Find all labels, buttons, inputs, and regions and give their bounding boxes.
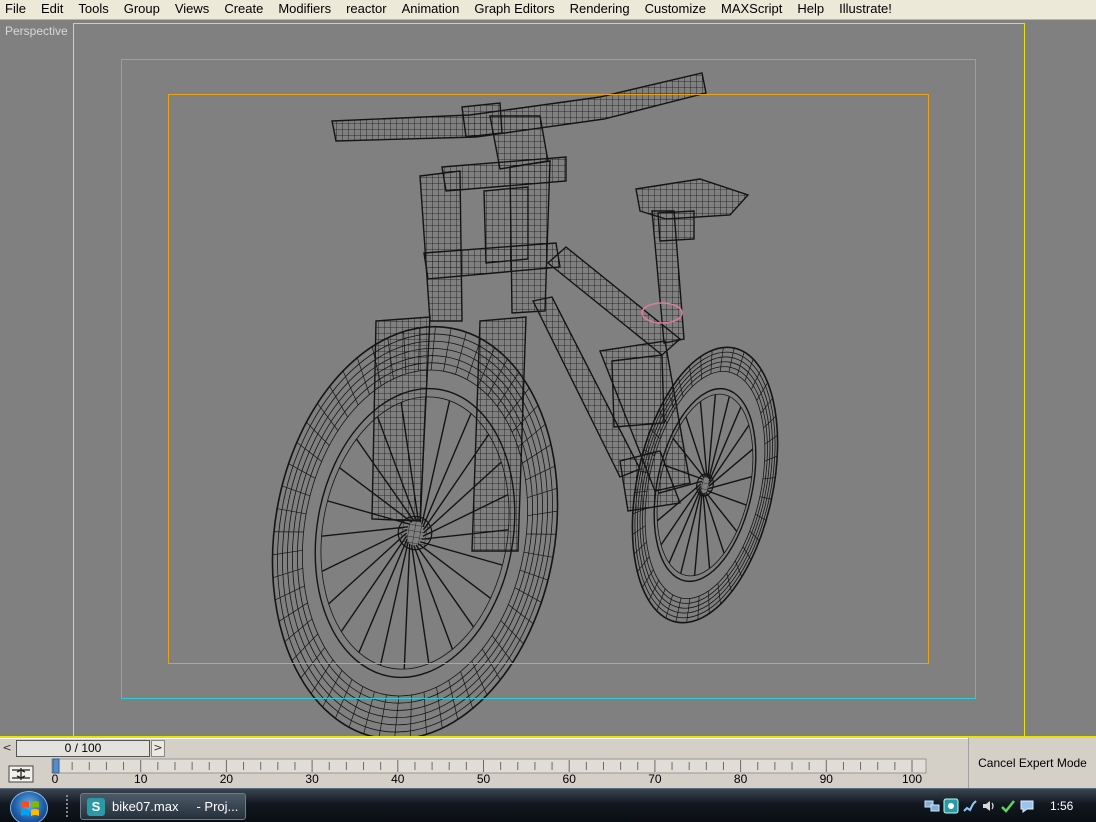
track-bar-tick-label: 40 xyxy=(391,772,405,786)
time-slider: < 0 / 100 > xyxy=(0,738,968,758)
track-bar-tick-label: 90 xyxy=(820,772,834,786)
menu-help[interactable]: Help xyxy=(790,0,832,20)
track-bar-tick-label: 100 xyxy=(902,772,922,786)
track-bar[interactable]: 0 10 20 30 40 50 60 70 80 90 100 xyxy=(0,758,968,788)
bike-wireframe-model[interactable] xyxy=(0,21,1096,737)
perspective-viewport[interactable]: Perspective xyxy=(0,21,1096,737)
taskbar-grip[interactable] xyxy=(66,795,70,817)
menu-group[interactable]: Group xyxy=(117,0,168,20)
3dsmax-window: File Edit Tools Group Views Create Modif… xyxy=(0,0,1096,822)
track-bar-tick-label: 10 xyxy=(134,772,148,786)
menu-animation[interactable]: Animation xyxy=(395,0,468,20)
menu-bar: File Edit Tools Group Views Create Modif… xyxy=(0,0,1096,20)
track-bar-tick-label: 50 xyxy=(477,772,491,786)
track-bar-tick-label: 20 xyxy=(220,772,234,786)
rear-shock[interactable] xyxy=(611,354,665,428)
time-slider-thumb[interactable]: 0 / 100 xyxy=(16,740,150,757)
3dsmax-app-icon: S xyxy=(87,797,105,816)
taskbar-task-project: - Proj... xyxy=(196,799,239,814)
menu-edit[interactable]: Edit xyxy=(34,0,71,20)
track-bar-tick-label: 70 xyxy=(648,772,662,786)
menu-customize[interactable]: Customize xyxy=(638,0,714,20)
time-slider-prev-button[interactable]: < xyxy=(0,740,14,757)
start-button[interactable] xyxy=(10,791,48,822)
security-check-icon[interactable] xyxy=(1000,798,1016,814)
menu-create[interactable]: Create xyxy=(217,0,271,20)
track-bar-tick-label: 80 xyxy=(734,772,748,786)
app-tray-icon[interactable] xyxy=(943,798,959,814)
menu-graph-editors[interactable]: Graph Editors xyxy=(467,0,562,20)
menu-modifiers[interactable]: Modifiers xyxy=(271,0,339,20)
current-frame-marker[interactable] xyxy=(52,758,60,774)
taskbar-button-3dsmax[interactable]: S bike07.max - Proj... xyxy=(80,793,246,820)
fork-left-upper[interactable] xyxy=(419,170,463,322)
menu-maxscript[interactable]: MAXScript xyxy=(714,0,790,20)
menu-file[interactable]: File xyxy=(0,0,34,20)
volume-icon[interactable] xyxy=(981,798,997,814)
menu-views[interactable]: Views xyxy=(168,0,217,20)
track-bar-filter-icon[interactable] xyxy=(8,764,34,784)
time-slider-next-button[interactable]: > xyxy=(151,740,165,757)
bar-clamp[interactable] xyxy=(461,102,503,138)
menu-rendering[interactable]: Rendering xyxy=(563,0,638,20)
track-bar-tick-label: 60 xyxy=(563,772,577,786)
menu-illustrate[interactable]: Illustrate! xyxy=(832,0,900,20)
chat-icon[interactable] xyxy=(1019,798,1035,814)
network-wireless-icon[interactable] xyxy=(962,798,978,814)
taskbar-task-title: bike07.max xyxy=(112,799,179,814)
system-tray: 1:56 xyxy=(924,793,1096,819)
network-icon[interactable] xyxy=(924,798,940,814)
track-bar-tick-label: 30 xyxy=(305,772,319,786)
taskbar-clock[interactable]: 1:56 xyxy=(1050,799,1073,813)
windows-logo-icon xyxy=(21,801,39,816)
menu-tools[interactable]: Tools xyxy=(71,0,116,20)
viewport-label[interactable]: Perspective xyxy=(5,24,68,38)
menu-reactor[interactable]: reactor xyxy=(339,0,394,20)
windows-taskbar: S bike07.max - Proj... 1:56 xyxy=(0,788,1096,822)
track-bar-tick-label: 0 xyxy=(52,772,59,786)
cancel-expert-mode-button[interactable]: Cancel Expert Mode xyxy=(968,738,1096,788)
handlebar[interactable] xyxy=(331,72,707,142)
track-bar-ruler[interactable]: 0 10 20 30 40 50 60 70 80 90 100 xyxy=(0,758,968,788)
seat-post-clamp[interactable] xyxy=(657,210,695,242)
